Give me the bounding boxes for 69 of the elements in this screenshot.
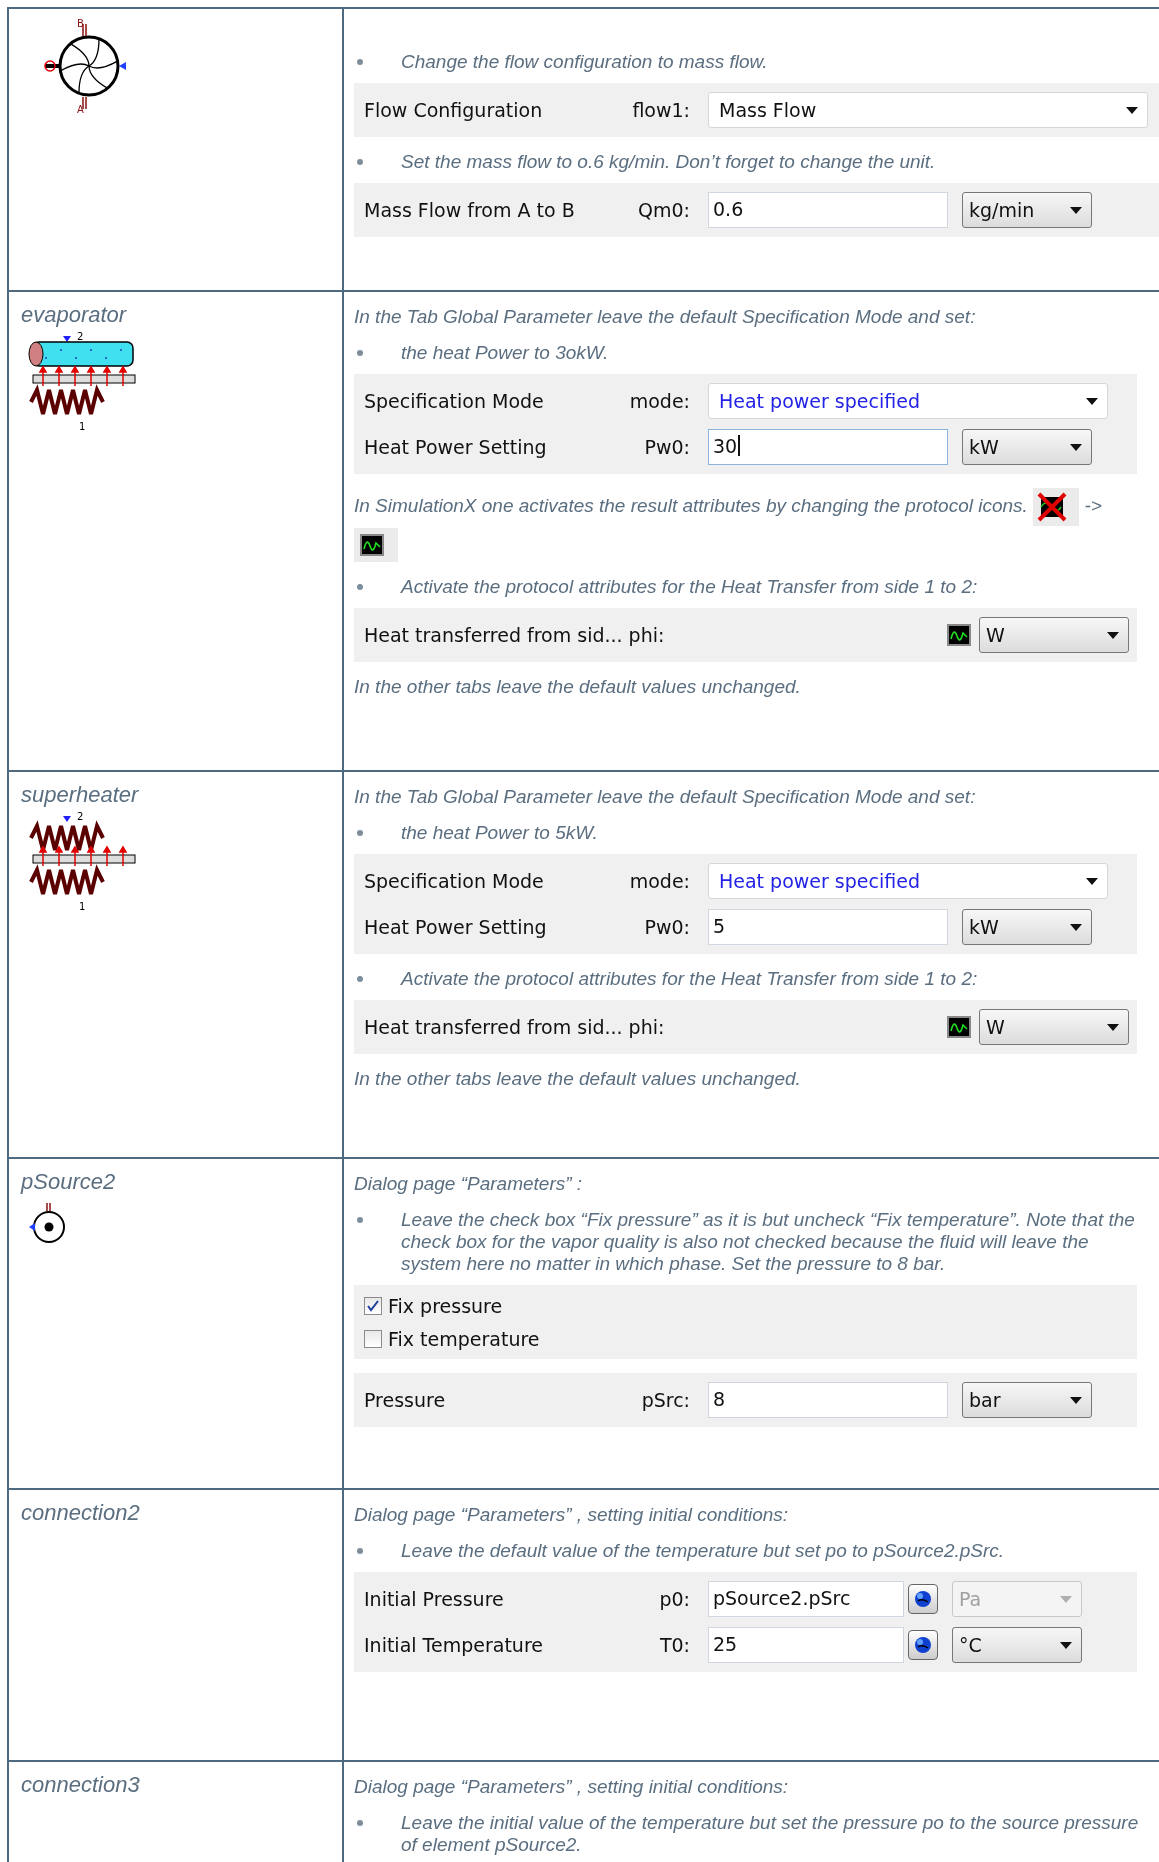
checkbox-label: Fix pressure <box>388 1294 503 1317</box>
port-label: 2 <box>77 332 84 342</box>
instruction-text: Dialog page “Parameters” : <box>354 1173 584 1195</box>
instruction-text: Dialog page “Parameters” , setting initial conditions: <box>354 1504 790 1526</box>
field-label: Heat Power Setting <box>364 916 548 938</box>
port-label: B <box>77 19 84 29</box>
element-name: pSource2 <box>21 1169 116 1195</box>
field-label: Specification Mode <box>364 870 545 892</box>
instruction-text: In the other tabs leave the default values unchanged. <box>354 1068 802 1090</box>
port-label: 1 <box>79 902 86 912</box>
field-label: Initial Temperature <box>364 1634 544 1656</box>
instruction-text: In the other tabs leave the default values unchanged. <box>354 676 802 698</box>
checkbox-label: Fix temperature <box>388 1327 540 1350</box>
parameter-name: phi: <box>627 624 666 646</box>
parameter-name: phi: <box>627 1016 666 1038</box>
dropdown[interactable]: Heat power specified <box>708 863 1108 899</box>
bullet-text: the heat Power to 3okW. <box>401 342 610 364</box>
bullet-text: Leave the initial value of the temperature but set the pressure po to the source pressure of element pSource2. <box>401 1812 1140 1856</box>
element-name: connection2 <box>21 1500 140 1526</box>
parameter-name: p0: <box>658 1588 691 1610</box>
bullet-text: Activate the protocol attributes for the Heat Transfer from side 1 to 2: <box>401 576 979 598</box>
parameter-name: pSrc: <box>640 1389 691 1411</box>
field-label: Heat Power Setting <box>364 436 548 458</box>
instruction-text: In the Tab Global Parameter leave the default Specification Mode and set: <box>354 786 977 808</box>
parameter-name: mode: <box>628 390 691 412</box>
element-name: connection3 <box>21 1772 140 1798</box>
field-label: Pressure <box>364 1389 447 1411</box>
unit-dropdown[interactable]: kg/min <box>962 192 1092 228</box>
instruction-text: Dialog page “Parameters” , setting initial conditions: <box>354 1776 790 1798</box>
bullet-text: Set the mass flow to o.6 kg/min. Don’t forget to change the unit. <box>401 151 937 173</box>
parameter-name: Qm0: <box>637 199 691 221</box>
input-field[interactable]: 30 <box>708 429 948 465</box>
input-field[interactable]: 0.6 <box>708 192 948 228</box>
arrow-text: -> <box>1084 495 1102 516</box>
unit-dropdown[interactable]: kW <box>962 909 1092 945</box>
field-label: Specification Mode <box>364 390 545 412</box>
bullet-text: Activate the protocol attributes for the Heat Transfer from side 1 to 2: <box>401 968 979 990</box>
parameter-name: Pw0: <box>643 436 691 458</box>
port-label: 2 <box>77 812 84 822</box>
bullet-text: Change the flow configuration to mass flow. <box>401 51 769 73</box>
parameter-name: T0: <box>658 1634 691 1656</box>
bullet-text: the heat Power to 5kW. <box>401 822 599 844</box>
input-field[interactable]: 8 <box>708 1382 948 1418</box>
input-field[interactable]: 5 <box>708 909 948 945</box>
instruction-text: In the Tab Global Parameter leave the default Specification Mode and set: <box>354 306 977 328</box>
bullet-text: Leave the default value of the temperature but set po to pSource2.pSrc. <box>401 1540 1006 1562</box>
unit-dropdown[interactable]: W <box>979 617 1129 653</box>
bullet-text: Leave the check box “Fix pressure” as it is but uncheck “Fix temperature”. Note that the check box for the vapor quality is also not checked because the fluid will leave the system here no matter in which phase. Set the pressure to 8 bar. <box>401 1209 1136 1275</box>
input-field[interactable]: 25 <box>708 1627 904 1663</box>
dropdown[interactable]: Mass Flow <box>708 92 1148 128</box>
element-name: superheater <box>21 782 139 808</box>
element-name: evaporator <box>21 302 127 328</box>
field-label: Initial Pressure <box>364 1588 505 1610</box>
field-label: Flow Configuration <box>364 99 544 121</box>
instruction-text: In SimulationX one activates the result attributes by changing the protocol icons. <box>354 495 1028 516</box>
dropdown[interactable]: Heat power specified <box>708 383 1108 419</box>
parameter-name: flow1: <box>631 99 691 121</box>
unit-dropdown[interactable]: °C <box>952 1627 1082 1663</box>
unit-dropdown[interactable]: bar <box>962 1382 1092 1418</box>
parameter-name: mode: <box>628 870 691 892</box>
port-label: 1 <box>79 422 86 432</box>
unit-dropdown[interactable]: kW <box>962 429 1092 465</box>
input-field[interactable]: pSource2.pSrc <box>708 1581 904 1617</box>
parameter-name: Pw0: <box>643 916 691 938</box>
field-label: Heat transferred from sid... <box>364 624 623 646</box>
field-label: Heat transferred from sid... <box>364 1016 623 1038</box>
port-label: A <box>77 105 84 115</box>
unit-dropdown[interactable]: W <box>979 1009 1129 1045</box>
field-label: Mass Flow from A to B <box>364 199 576 221</box>
